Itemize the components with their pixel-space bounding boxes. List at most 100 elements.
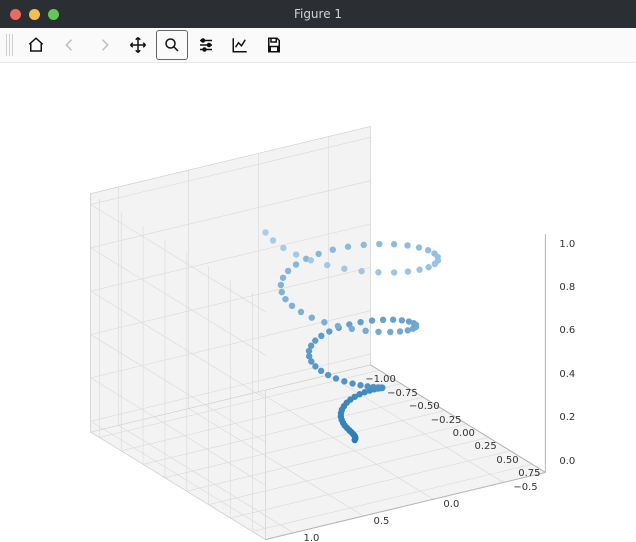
- arrow-left-icon: [61, 36, 79, 54]
- data-point: [324, 262, 330, 268]
- data-point: [345, 244, 351, 250]
- data-point: [262, 229, 268, 235]
- configure-subplots-button[interactable]: [190, 30, 222, 60]
- tick-label: −0.75: [387, 388, 418, 399]
- tick-label: 0.5: [373, 516, 389, 527]
- data-point: [326, 328, 332, 334]
- data-point: [333, 375, 339, 381]
- tick-label: −1.00: [365, 374, 396, 385]
- data-point: [397, 328, 403, 334]
- tick-label: 0.8: [559, 282, 575, 293]
- titlebar: Figure 1: [0, 0, 636, 28]
- window-controls: [10, 9, 59, 20]
- data-point: [285, 268, 291, 274]
- data-point: [376, 241, 382, 247]
- forward-button[interactable]: [88, 30, 120, 60]
- data-point: [341, 378, 347, 384]
- zoom-button[interactable]: [156, 30, 188, 60]
- chart-line-icon: [231, 36, 249, 54]
- back-button[interactable]: [54, 30, 86, 60]
- sliders-icon: [197, 36, 215, 54]
- data-point: [278, 282, 284, 288]
- tick-label: −0.25: [431, 415, 462, 426]
- figure-window: Figure 1 −1.00−0.75−0.50−0.250.000.250.5…: [0, 0, 636, 542]
- tick-label: 0.4: [559, 369, 575, 380]
- save-icon: [265, 36, 283, 54]
- tick-label: 0.75: [518, 468, 540, 479]
- data-point: [308, 343, 314, 349]
- tick-label: 1.0: [303, 533, 319, 542]
- tick-label: 0.6: [559, 325, 575, 336]
- toolbar-grip: [6, 34, 14, 56]
- data-point: [358, 268, 364, 274]
- pan-button[interactable]: [122, 30, 154, 60]
- data-point: [387, 329, 393, 335]
- data-point: [280, 245, 286, 251]
- data-point: [399, 317, 405, 323]
- data-point: [380, 317, 386, 323]
- data-point: [375, 329, 381, 335]
- tick-label: −0.50: [409, 401, 440, 412]
- tick-label: −0.5: [513, 482, 537, 493]
- data-point: [321, 319, 327, 325]
- data-point: [432, 261, 438, 267]
- save-button[interactable]: [258, 30, 290, 60]
- data-point: [391, 269, 397, 275]
- tick-label: 0.50: [496, 455, 518, 466]
- minimize-icon[interactable]: [29, 9, 40, 20]
- data-point: [270, 237, 276, 243]
- tick-label: 0.0: [559, 456, 575, 467]
- data-point: [309, 314, 315, 320]
- data-point: [404, 242, 410, 248]
- search-icon: [163, 36, 181, 54]
- tick-label: 0.00: [453, 428, 475, 439]
- data-point: [369, 317, 375, 323]
- data-point: [425, 264, 431, 270]
- edit-axis-button[interactable]: [224, 30, 256, 60]
- tick-label: 0.2: [559, 412, 575, 423]
- data-point: [349, 380, 355, 386]
- data-point: [280, 275, 286, 281]
- close-icon[interactable]: [10, 9, 21, 20]
- data-point: [279, 289, 285, 295]
- data-point: [341, 266, 347, 272]
- data-point: [318, 333, 324, 339]
- data-point: [349, 326, 355, 332]
- data-point: [289, 303, 295, 309]
- data-point: [308, 257, 314, 263]
- data-point: [416, 244, 422, 250]
- move-icon: [129, 36, 147, 54]
- data-point: [405, 327, 411, 333]
- data-point: [330, 246, 336, 252]
- data-point: [416, 267, 422, 273]
- data-point: [325, 372, 331, 378]
- data-point: [405, 268, 411, 274]
- data-point: [361, 242, 367, 248]
- data-point: [293, 261, 299, 267]
- data-point: [298, 309, 304, 315]
- arrow-right-icon: [95, 36, 113, 54]
- data-point: [335, 323, 341, 329]
- tick-label: 0.0: [443, 499, 459, 510]
- data-point: [312, 363, 318, 369]
- data-point: [357, 319, 363, 325]
- plot-canvas[interactable]: −1.00−0.75−0.50−0.250.000.250.500.75−0.5…: [0, 63, 636, 542]
- data-point: [312, 337, 318, 343]
- data-point: [357, 382, 363, 388]
- data-point: [362, 328, 368, 334]
- data-point: [315, 251, 321, 257]
- data-point: [390, 317, 396, 323]
- toolbar: [0, 28, 636, 63]
- tick-label: 1.0: [559, 239, 575, 250]
- data-point: [318, 368, 324, 374]
- data-point: [375, 269, 381, 275]
- home-button[interactable]: [20, 30, 52, 60]
- axes-3d: [0, 63, 636, 542]
- home-icon: [27, 36, 45, 54]
- window-title: Figure 1: [0, 7, 636, 21]
- data-point: [293, 251, 299, 257]
- data-point: [282, 296, 288, 302]
- data-point: [391, 241, 397, 247]
- maximize-icon[interactable]: [48, 9, 59, 20]
- data-point: [425, 247, 431, 253]
